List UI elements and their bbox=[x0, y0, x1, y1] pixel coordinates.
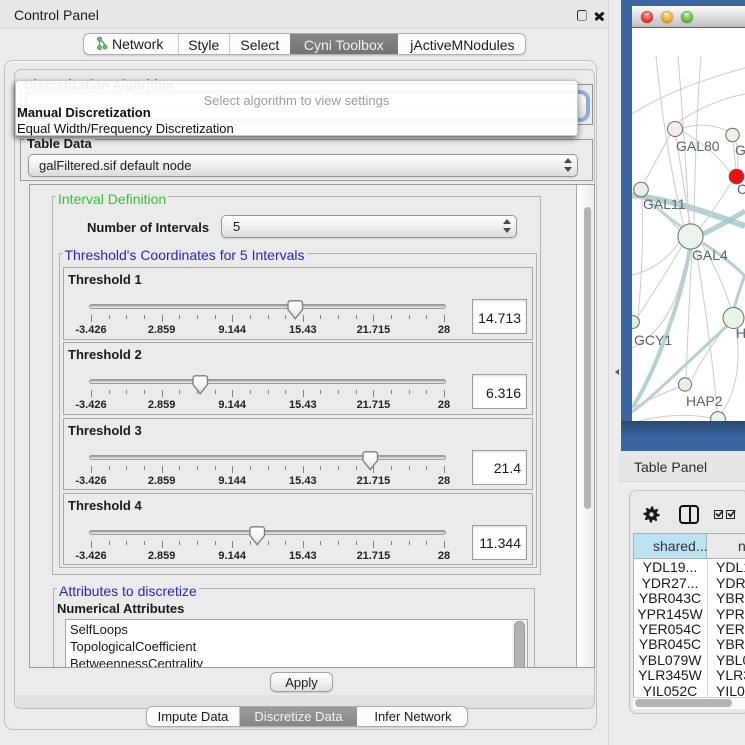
svg-text:GAL4: GAL4 bbox=[692, 247, 728, 263]
svg-text:H: H bbox=[736, 325, 745, 341]
svg-text:GA: GA bbox=[735, 142, 745, 158]
svg-text:HAP2: HAP2 bbox=[686, 393, 723, 409]
svg-text:GCY1: GCY1 bbox=[634, 332, 672, 348]
svg-text:GAL80: GAL80 bbox=[676, 138, 720, 154]
svg-text:GAL11: GAL11 bbox=[643, 196, 686, 212]
svg-text:C: C bbox=[737, 181, 745, 197]
